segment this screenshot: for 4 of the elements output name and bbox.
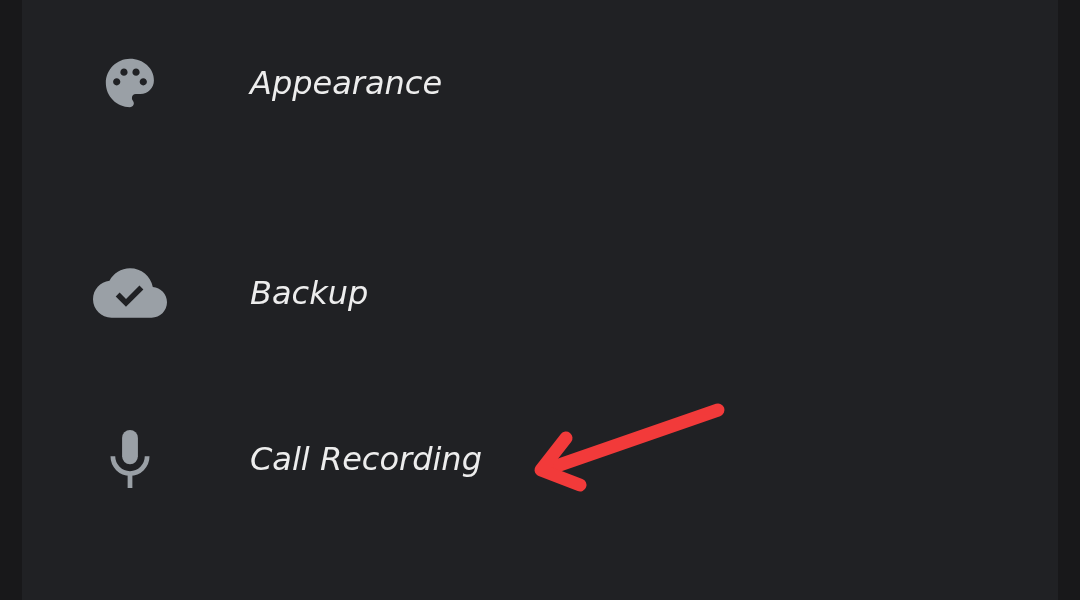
settings-item[interactable]: Backup [250, 274, 369, 312]
cloud-check-icon [93, 268, 167, 318]
settings-item[interactable]: Appearance [250, 64, 443, 102]
settings-item[interactable]: Call Recording [250, 440, 482, 478]
